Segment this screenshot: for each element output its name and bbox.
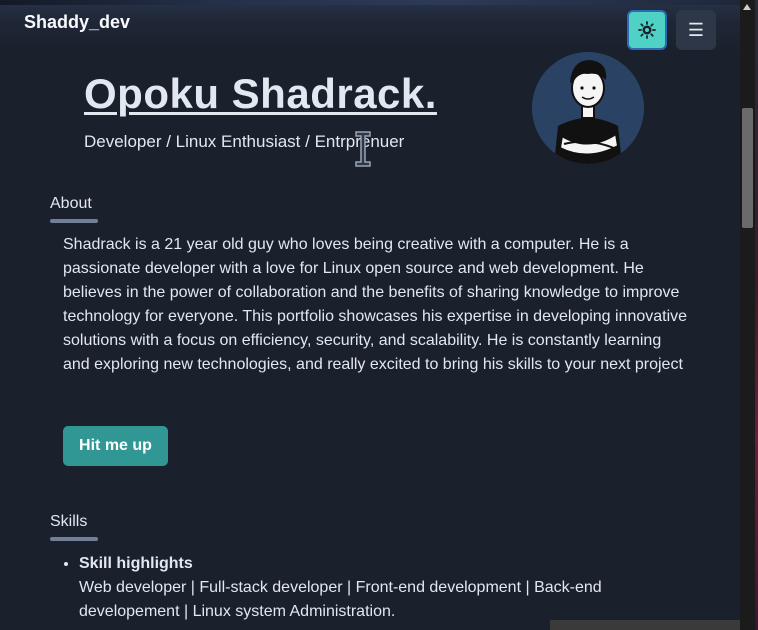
scrollbar-thumb[interactable] xyxy=(742,108,753,228)
horizontal-scrollbar[interactable] xyxy=(550,620,740,630)
about-heading-label: About xyxy=(50,195,92,212)
brand-logo[interactable]: Shaddy_dev xyxy=(24,12,130,33)
page-title: Opoku Shadrack. xyxy=(84,70,437,117)
skills-heading: Skills xyxy=(50,513,98,541)
theme-toggle-button[interactable] xyxy=(627,10,667,50)
page: Shaddy_dev ☰ Opoku Shadrack. Developer /… xyxy=(0,0,740,630)
skills-list: Skill highlights Web developer | Full-st… xyxy=(63,552,639,624)
text-cursor-icon xyxy=(355,131,371,167)
avatar xyxy=(532,52,644,164)
about-text: Shadrack is a 21 year old guy who loves … xyxy=(63,236,688,373)
skills-heading-underline xyxy=(50,537,98,541)
scroll-up-arrow-icon[interactable] xyxy=(743,4,751,10)
skill-text: Web developer | Full-stack developer | F… xyxy=(79,579,602,620)
hit-me-up-button[interactable]: Hit me up xyxy=(63,426,168,466)
hamburger-menu-icon: ☰ xyxy=(687,19,705,40)
about-heading: About xyxy=(50,195,98,223)
list-item: Skill highlights Web developer | Full-st… xyxy=(79,552,639,624)
navbar-glow xyxy=(0,0,740,5)
skills-heading-label: Skills xyxy=(50,513,88,530)
avatar-illustration xyxy=(532,52,644,164)
about-heading-underline xyxy=(50,219,98,223)
menu-button[interactable]: ☰ xyxy=(676,10,716,50)
navbar: Shaddy_dev ☰ xyxy=(0,0,740,52)
sun-icon xyxy=(638,21,656,39)
skill-title: Skill highlights xyxy=(79,555,193,572)
